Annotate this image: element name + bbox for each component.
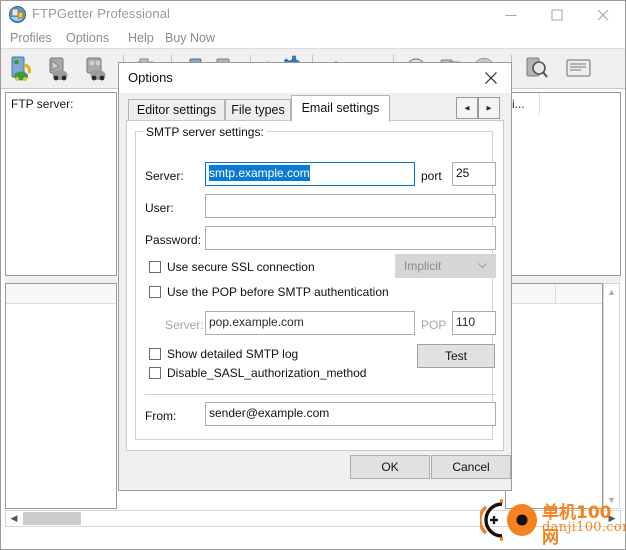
chevron-up-icon[interactable]: ▲ bbox=[604, 284, 619, 300]
pop-port-input[interactable]: 110 bbox=[452, 311, 496, 335]
close-icon bbox=[485, 72, 497, 84]
pop-before-smtp-label: Use the POP before SMTP authentication bbox=[167, 285, 389, 299]
smtp-settings-caption: SMTP server settings: bbox=[143, 125, 267, 139]
server-label: Server: bbox=[145, 169, 184, 183]
local-pane[interactable]: FTP server: bbox=[5, 92, 117, 276]
local-pane-label: FTP server: bbox=[11, 97, 74, 111]
cancel-button[interactable]: Cancel bbox=[431, 455, 511, 479]
port-label: port bbox=[421, 169, 442, 183]
menu-item-buy-now[interactable]: Buy Now bbox=[160, 30, 220, 46]
remote-pane-column-divider bbox=[539, 93, 540, 115]
disconnect-all-icon[interactable] bbox=[83, 54, 113, 83]
checkbox-box bbox=[149, 286, 161, 298]
remote-list-column[interactable] bbox=[556, 284, 602, 303]
window-title: FTPGetter Professional bbox=[32, 6, 171, 21]
checkbox-box bbox=[149, 367, 161, 379]
section-divider bbox=[145, 394, 496, 395]
tab-file-types[interactable]: File types bbox=[225, 99, 291, 122]
maximize-icon bbox=[551, 9, 563, 21]
password-input[interactable] bbox=[205, 226, 496, 250]
ok-button[interactable]: OK bbox=[350, 455, 430, 479]
password-label: Password: bbox=[145, 233, 202, 247]
log-icon[interactable] bbox=[563, 54, 593, 83]
remote-pane-label: i... bbox=[512, 97, 525, 111]
user-label: User: bbox=[145, 201, 174, 215]
options-dialog: Options Editor settings File types Email… bbox=[118, 62, 512, 491]
server-input-value: smtp.example.com bbox=[209, 165, 310, 181]
chevron-left-icon: ◄ bbox=[463, 103, 471, 113]
local-list-horizontal-scrollbar[interactable]: ◀ ▶ bbox=[5, 510, 621, 527]
menu-item-options[interactable]: Options bbox=[61, 30, 114, 46]
tab-editor-settings[interactable]: Editor settings bbox=[128, 99, 225, 122]
disconnect-icon[interactable] bbox=[45, 54, 75, 83]
dialog-tab-strip: Editor settings File types Email setting… bbox=[119, 93, 511, 122]
port-input[interactable]: 25 bbox=[452, 162, 496, 186]
checkbox-box bbox=[149, 261, 161, 273]
close-icon bbox=[597, 9, 609, 21]
remote-list-column[interactable] bbox=[506, 284, 556, 303]
pop-server-input[interactable]: pop.example.com bbox=[205, 311, 415, 335]
local-list-header bbox=[6, 284, 116, 304]
connect-icon[interactable] bbox=[7, 54, 37, 83]
minimize-button[interactable] bbox=[488, 2, 534, 28]
chevron-right-icon: ► bbox=[485, 103, 493, 113]
show-smtp-log-label: Show detailed SMTP log bbox=[167, 347, 299, 361]
tab-scroll-prev-button[interactable]: ◄ bbox=[456, 97, 478, 119]
search-icon[interactable] bbox=[522, 54, 552, 83]
remote-list-header bbox=[506, 284, 602, 304]
close-button[interactable] bbox=[580, 2, 626, 28]
tab-email-settings[interactable]: Email settings bbox=[291, 95, 390, 122]
remote-file-list[interactable] bbox=[505, 283, 603, 509]
server-input[interactable]: smtp.example.com bbox=[205, 162, 415, 186]
menu-item-help[interactable]: Help bbox=[123, 30, 159, 46]
tab-scroll-next-button[interactable]: ► bbox=[478, 97, 500, 119]
use-ssl-label: Use secure SSL connection bbox=[167, 260, 315, 274]
scrollbar-thumb[interactable] bbox=[23, 512, 81, 525]
checkbox-box bbox=[149, 348, 161, 360]
chevron-down-icon[interactable]: ▼ bbox=[604, 492, 619, 508]
pop-port-label: POP bbox=[421, 318, 447, 332]
chevron-left-icon[interactable]: ◀ bbox=[6, 511, 22, 526]
ftpgetter-app-icon bbox=[9, 6, 26, 23]
main-title-bar: FTPGetter Professional bbox=[1, 1, 625, 27]
menu-item-profiles[interactable]: Profiles bbox=[5, 30, 57, 46]
from-label: From: bbox=[145, 409, 177, 423]
test-button[interactable]: Test bbox=[417, 344, 495, 368]
minimize-icon bbox=[505, 15, 517, 16]
remote-list-vertical-scrollbar[interactable]: ▲ ▼ bbox=[603, 283, 620, 509]
application-window: FTPGetter Professional Profiles Options … bbox=[0, 0, 626, 550]
dialog-title: Options bbox=[128, 70, 173, 85]
maximize-button[interactable] bbox=[534, 2, 580, 28]
dialog-title-bar: Options bbox=[119, 63, 511, 93]
remote-pane[interactable]: i... bbox=[505, 92, 621, 276]
local-file-list[interactable] bbox=[5, 283, 117, 509]
user-input[interactable] bbox=[205, 194, 496, 218]
from-input[interactable]: sender@example.com bbox=[205, 402, 496, 426]
dialog-close-button[interactable] bbox=[471, 63, 511, 93]
main-menu-bar: Profiles Options Help Buy Now bbox=[1, 27, 625, 49]
chevron-right-icon[interactable]: ▶ bbox=[604, 511, 620, 526]
ssl-mode-select[interactable]: Implicit bbox=[395, 254, 496, 278]
disable-sasl-label: Disable_SASL_authorization_method bbox=[167, 366, 367, 380]
chevron-down-icon bbox=[478, 263, 487, 269]
email-settings-page: SMTP server settings: Server: smtp.examp… bbox=[126, 120, 504, 451]
ssl-mode-value: Implicit bbox=[404, 259, 442, 273]
pop-server-label: Server: bbox=[165, 318, 204, 332]
